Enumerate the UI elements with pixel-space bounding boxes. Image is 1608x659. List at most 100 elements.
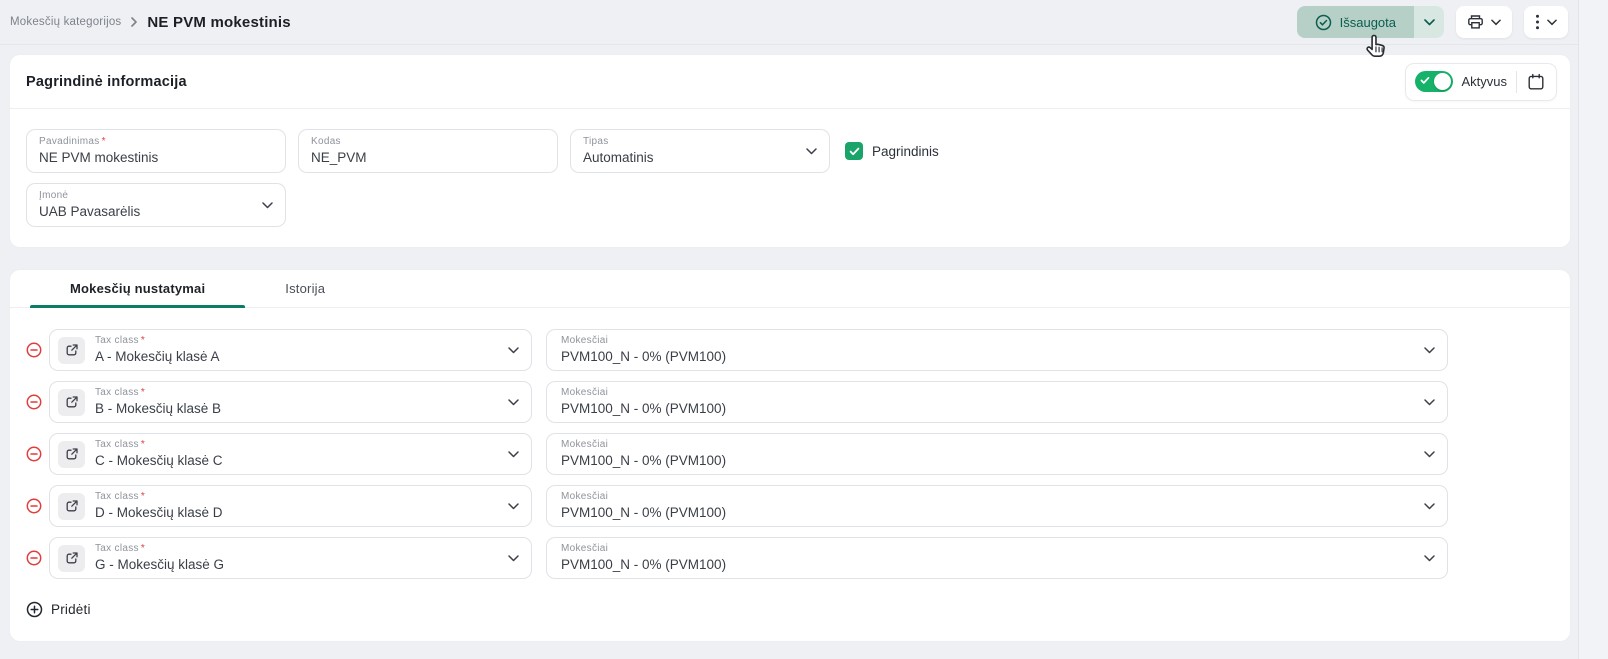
save-options-button[interactable] <box>1414 6 1444 38</box>
company-select[interactable]: Įmonė UAB Pavasarėlis <box>26 183 286 227</box>
required-asterisk: * <box>141 491 145 502</box>
taxes-value: PVM100_N - 0% (PVM100) <box>561 452 726 469</box>
required-asterisk: * <box>141 439 145 450</box>
chevron-down-icon <box>1424 555 1435 562</box>
tax-class-label: Tax class <box>95 387 139 398</box>
add-row-button[interactable]: Pridėti <box>26 601 91 618</box>
remove-row-button[interactable] <box>26 342 42 358</box>
taxes-select[interactable]: Mokesčiai PVM100_N - 0% (PVM100) <box>546 485 1448 527</box>
fields-row-2: Įmonė UAB Pavasarėlis <box>26 183 1554 227</box>
printer-icon <box>1467 14 1484 30</box>
external-link-icon <box>65 343 79 357</box>
tax-row: Tax class* B - Mokesčių klasė B Mokesčia… <box>26 381 1554 423</box>
check-circle-icon <box>1315 14 1332 31</box>
add-row-label: Pridėti <box>51 602 91 617</box>
open-tax-class-button[interactable] <box>58 389 85 416</box>
open-tax-class-button[interactable] <box>58 441 85 468</box>
taxes-value: PVM100_N - 0% (PVM100) <box>561 556 726 573</box>
tax-class-value: A - Mokesčių klasė A <box>95 348 220 365</box>
taxes-select[interactable]: Mokesčiai PVM100_N - 0% (PVM100) <box>546 329 1448 371</box>
tax-class-select[interactable]: Tax class* C - Mokesčių klasė C <box>49 433 532 475</box>
external-link-icon <box>65 447 79 461</box>
save-button[interactable]: Išsaugota <box>1297 6 1414 38</box>
company-select-value: UAB Pavasarėlis <box>39 203 140 220</box>
schedule-button[interactable] <box>1525 71 1547 93</box>
tabs-bar: Mokesčių nustatymai Istorija <box>10 270 1570 308</box>
taxes-label: Mokesčiai <box>561 387 608 398</box>
chevron-down-icon <box>1424 503 1435 510</box>
breadcrumb: Mokesčių kategorijos NE PVM mokestinis <box>10 14 291 31</box>
plus-circle-icon <box>26 601 43 618</box>
tab-history[interactable]: Istorija <box>245 270 365 307</box>
tax-rows-list: Tax class* A - Mokesčių klasė A Mokesčia… <box>10 308 1570 579</box>
chevron-down-icon <box>508 451 519 458</box>
breadcrumb-chevron-icon <box>130 17 138 27</box>
tax-class-select[interactable]: Tax class* B - Mokesčių klasė B <box>49 381 532 423</box>
remove-row-button[interactable] <box>26 498 42 514</box>
external-link-icon <box>65 551 79 565</box>
active-toggle[interactable] <box>1415 71 1453 92</box>
remove-row-button[interactable] <box>26 394 42 410</box>
section-title: Pagrindinė informacija <box>26 74 187 90</box>
active-control: Aktyvus <box>1406 64 1556 100</box>
page-title: NE PVM mokestinis <box>147 14 290 31</box>
open-tax-class-button[interactable] <box>58 545 85 572</box>
taxes-label: Mokesčiai <box>561 543 608 554</box>
chevron-down-icon <box>262 202 273 209</box>
chevron-down-icon <box>508 555 519 562</box>
code-field-value: NE_PVM <box>311 149 367 166</box>
save-split-button: Išsaugota <box>1297 6 1444 38</box>
minus-circle-icon <box>26 550 42 566</box>
taxes-value: PVM100_N - 0% (PVM100) <box>561 348 726 365</box>
tax-row: Tax class* A - Mokesčių klasė A Mokesčia… <box>26 329 1554 371</box>
tax-settings-card: Mokesčių nustatymai Istorija Tax class* … <box>10 270 1570 641</box>
external-link-icon <box>65 395 79 409</box>
open-tax-class-button[interactable] <box>58 493 85 520</box>
more-options-button[interactable] <box>1524 6 1568 38</box>
divider <box>1516 71 1517 93</box>
taxes-label: Mokesčiai <box>561 491 608 502</box>
tax-class-select[interactable]: Tax class* D - Mokesčių klasė D <box>49 485 532 527</box>
taxes-label: Mokesčiai <box>561 335 608 346</box>
checkbox-check-icon <box>849 147 860 156</box>
print-menu-button[interactable] <box>1456 6 1512 38</box>
primary-checkbox[interactable] <box>845 142 863 160</box>
taxes-select[interactable]: Mokesčiai PVM100_N - 0% (PVM100) <box>546 381 1448 423</box>
tax-class-label: Tax class <box>95 439 139 450</box>
top-bar: Mokesčių kategorijos NE PVM mokestinis I… <box>0 0 1608 45</box>
taxes-select[interactable]: Mokesčiai PVM100_N - 0% (PVM100) <box>546 433 1448 475</box>
primary-checkbox-control[interactable]: Pagrindinis <box>845 142 939 160</box>
remove-row-button[interactable] <box>26 446 42 462</box>
main-info-header: Pagrindinė informacija Aktyvus <box>10 55 1570 109</box>
main-info-card: Pagrindinė informacija Aktyvus Pavadinim… <box>10 55 1570 247</box>
chevron-down-icon <box>1547 19 1557 26</box>
name-field[interactable]: Pavadinimas* NE PVM mokestinis <box>26 129 286 173</box>
external-link-icon <box>65 499 79 513</box>
type-select[interactable]: Tipas Automatinis <box>570 129 830 173</box>
main-info-body: Pavadinimas* NE PVM mokestinis Kodas NE_… <box>10 109 1570 247</box>
taxes-select[interactable]: Mokesčiai PVM100_N - 0% (PVM100) <box>546 537 1448 579</box>
tax-class-select[interactable]: Tax class* A - Mokesčių klasė A <box>49 329 532 371</box>
type-select-label: Tipas <box>583 136 609 147</box>
right-scroll-gutter <box>1578 0 1608 659</box>
primary-checkbox-label: Pagrindinis <box>872 144 939 159</box>
company-select-label: Įmonė <box>39 190 68 201</box>
required-asterisk: * <box>141 387 145 398</box>
chevron-down-icon <box>1424 399 1435 406</box>
minus-circle-icon <box>26 394 42 410</box>
tax-class-value: G - Mokesčių klasė G <box>95 556 224 573</box>
kebab-menu-icon <box>1535 14 1540 30</box>
code-field-label: Kodas <box>311 136 341 147</box>
breadcrumb-link-categories[interactable]: Mokesčių kategorijos <box>10 16 121 28</box>
code-field[interactable]: Kodas NE_PVM <box>298 129 558 173</box>
taxes-value: PVM100_N - 0% (PVM100) <box>561 504 726 521</box>
chevron-down-icon <box>508 503 519 510</box>
required-asterisk: * <box>141 335 145 346</box>
tax-class-value: C - Mokesčių klasė C <box>95 452 223 469</box>
chevron-down-icon <box>1424 347 1435 354</box>
open-tax-class-button[interactable] <box>58 337 85 364</box>
tab-tax-settings[interactable]: Mokesčių nustatymai <box>30 270 245 307</box>
toggle-check-icon <box>1420 76 1430 85</box>
remove-row-button[interactable] <box>26 550 42 566</box>
tax-class-select[interactable]: Tax class* G - Mokesčių klasė G <box>49 537 532 579</box>
